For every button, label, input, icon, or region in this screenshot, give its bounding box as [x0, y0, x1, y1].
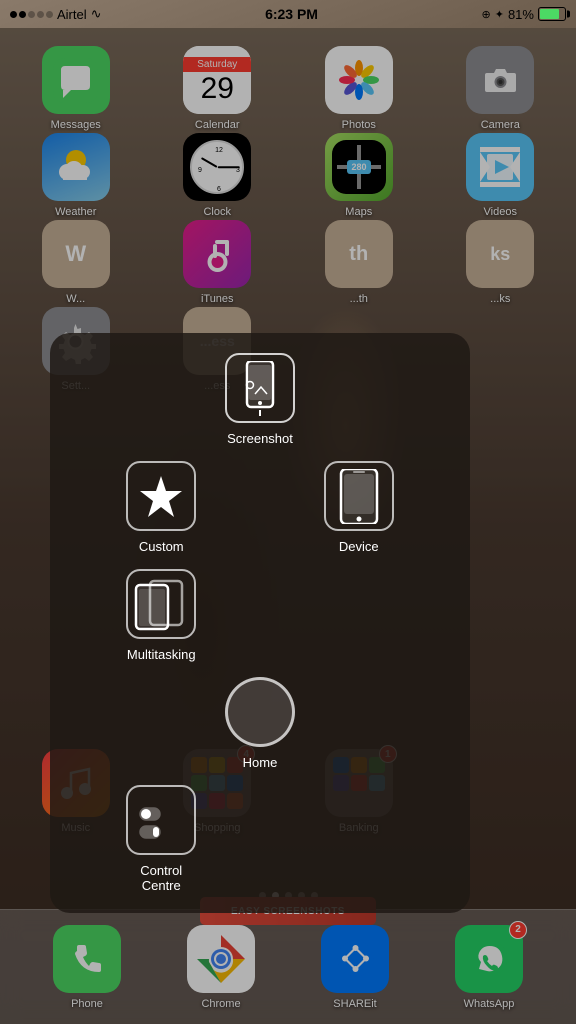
multitasking-icon — [126, 569, 196, 639]
assistive-touch-panel: Screenshot Custom Device — [50, 333, 470, 913]
battery-fill — [540, 9, 559, 19]
signal-dot-1 — [10, 11, 17, 18]
home-label: Home — [243, 755, 278, 770]
assistive-screenshot[interactable]: Screenshot — [225, 353, 295, 446]
device-icon — [324, 461, 394, 531]
home-circle-icon[interactable] — [225, 677, 295, 747]
assistive-custom[interactable]: Custom — [126, 461, 196, 554]
multitasking-label: Multitasking — [127, 647, 196, 662]
carrier-label: Airtel — [57, 7, 87, 22]
screenshot-icon — [225, 353, 295, 423]
battery-icon — [538, 7, 566, 21]
status-bar: Airtel ∿ 6:23 PM ⊕ ✦ 81% — [0, 0, 576, 28]
bluetooth-icon: ✦ — [495, 8, 504, 21]
signal-dot-2 — [19, 11, 26, 18]
assistive-home[interactable]: Home — [225, 677, 295, 770]
signal-dot-4 — [37, 11, 44, 18]
location-icon: ⊕ — [482, 8, 491, 21]
signal-dot-5 — [46, 11, 53, 18]
screenshot-label: Screenshot — [227, 431, 293, 446]
control-centre-icon — [126, 785, 196, 855]
signal-dot-3 — [28, 11, 35, 18]
status-right: ⊕ ✦ 81% — [482, 7, 566, 22]
wifi-icon: ∿ — [91, 6, 102, 22]
custom-icon — [126, 461, 196, 531]
custom-label: Custom — [139, 539, 184, 554]
signal-dots — [10, 11, 53, 18]
home-screen: Messages Saturday 29 Calendar — [0, 28, 576, 1024]
assistive-multitasking[interactable]: Multitasking — [126, 569, 196, 662]
assistive-device[interactable]: Device — [324, 461, 394, 554]
battery-percent: 81% — [508, 7, 534, 22]
status-time: 6:23 PM — [265, 6, 318, 22]
control-centre-label: ControlCentre — [140, 863, 182, 893]
device-label: Device — [339, 539, 379, 554]
status-left: Airtel ∿ — [10, 6, 102, 22]
assistive-control-centre[interactable]: ControlCentre — [126, 785, 196, 893]
